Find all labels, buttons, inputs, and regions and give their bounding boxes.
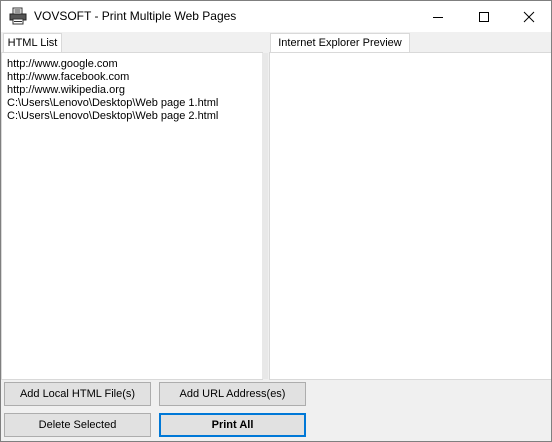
- close-icon: [523, 11, 535, 23]
- close-button[interactable]: [506, 1, 551, 32]
- list-item[interactable]: http://www.wikipedia.org: [7, 84, 218, 97]
- maximize-button[interactable]: [461, 1, 507, 32]
- minimize-icon: [433, 17, 443, 18]
- title-bar[interactable]: VOVSOFT - Print Multiple Web Pages: [1, 1, 551, 32]
- add-url-button[interactable]: Add URL Address(es): [159, 382, 306, 406]
- splitter[interactable]: [262, 53, 268, 379]
- list-item[interactable]: http://www.google.com: [7, 58, 218, 71]
- delete-selected-button[interactable]: Delete Selected: [4, 413, 151, 437]
- add-local-html-button[interactable]: Add Local HTML File(s): [4, 382, 151, 406]
- tab-ie-preview[interactable]: Internet Explorer Preview: [270, 33, 410, 53]
- list-item[interactable]: C:\Users\Lenovo\Desktop\Web page 1.html: [7, 97, 218, 110]
- html-list[interactable]: http://www.google.com http://www.faceboo…: [7, 58, 218, 123]
- minimize-button[interactable]: [415, 1, 461, 32]
- html-list-panel[interactable]: http://www.google.com http://www.faceboo…: [1, 52, 263, 380]
- list-item[interactable]: C:\Users\Lenovo\Desktop\Web page 2.html: [7, 110, 218, 123]
- printer-icon: [9, 7, 27, 25]
- tab-html-list[interactable]: HTML List: [3, 33, 62, 53]
- list-item[interactable]: http://www.facebook.com: [7, 71, 218, 84]
- ie-preview-panel: [269, 52, 551, 380]
- window-title: VOVSOFT - Print Multiple Web Pages: [34, 9, 237, 23]
- maximize-icon: [479, 12, 489, 22]
- app-window: VOVSOFT - Print Multiple Web Pages HTML …: [0, 0, 552, 442]
- print-all-button[interactable]: Print All: [159, 413, 306, 437]
